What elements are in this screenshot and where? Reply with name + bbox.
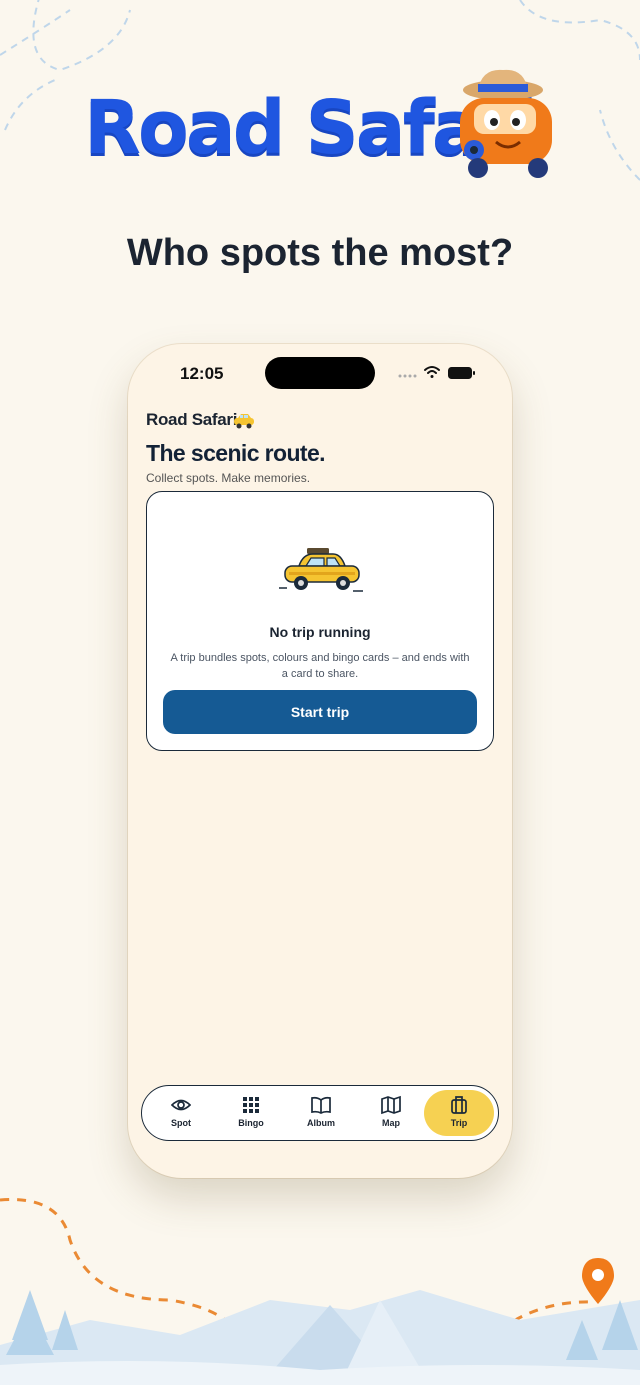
wifi-icon: [424, 366, 440, 378]
car-mascot-icon: [460, 69, 552, 178]
tab-label: Spot: [171, 1118, 191, 1128]
book-icon: [311, 1096, 331, 1114]
empty-state-title: No trip running: [269, 624, 371, 640]
tab-label: Bingo: [238, 1118, 264, 1128]
app-name: Road Safari: [146, 410, 238, 429]
phone-mockup: 12:05 Road Safari The scenic route. Coll…: [128, 344, 512, 1178]
empty-state-description: A trip bundles spots, colours and bingo …: [170, 652, 470, 680]
status-time: 12:05: [180, 364, 224, 383]
taxi-icon: [234, 414, 254, 429]
suitcase-icon: [451, 1096, 467, 1114]
eye-icon: [171, 1099, 191, 1111]
page-subtitle: Collect spots. Make memories.: [146, 471, 311, 485]
map-pin-icon: [582, 1258, 614, 1304]
tab-spot[interactable]: Spot: [146, 1090, 216, 1136]
page-title: The scenic route.: [146, 440, 326, 466]
status-icons: [398, 366, 475, 379]
tab-label: Album: [307, 1118, 335, 1128]
tab-bar: Spot Bingo Album Map Trip: [141, 1085, 499, 1141]
dynamic-island: [265, 357, 375, 389]
tab-trip[interactable]: Trip: [424, 1090, 494, 1136]
battery-icon: [448, 367, 475, 379]
start-trip-button[interactable]: Start trip: [163, 690, 477, 734]
tab-label: Trip: [450, 1118, 468, 1128]
hero-title: Road Safari: [84, 85, 538, 171]
tab-album[interactable]: Album: [286, 1090, 356, 1136]
tab-map[interactable]: Map: [356, 1090, 426, 1136]
tagline: Who spots the most?: [126, 232, 514, 274]
map-icon: [381, 1095, 401, 1115]
tab-bingo[interactable]: Bingo: [216, 1090, 286, 1136]
signal-icon: [398, 374, 417, 378]
taxi-icon: [279, 548, 363, 592]
tab-label: Map: [382, 1118, 400, 1128]
grid-icon: [243, 1097, 259, 1113]
trip-status-card: No trip running A trip bundles spots, co…: [146, 491, 494, 751]
